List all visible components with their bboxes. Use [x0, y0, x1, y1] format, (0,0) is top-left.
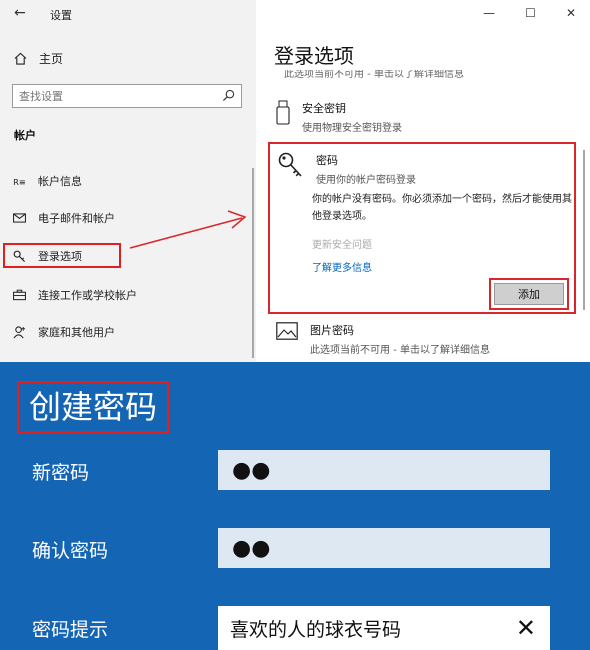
clipped-option-desc: 此选项当前不可用 - 单击以了解详细信息: [284, 70, 464, 80]
option-title: 安全密钥: [302, 102, 346, 115]
close-icon[interactable]: ✕: [566, 6, 576, 20]
new-password-label: 新密码: [32, 462, 90, 484]
page-title: 登录选项: [274, 44, 354, 68]
add-button-highlight: 添加: [489, 278, 569, 310]
sidebar-scrollbar[interactable]: [252, 168, 254, 358]
svg-text:R≡: R≡: [13, 177, 26, 187]
sidebar-item-label: 帐户信息: [38, 175, 82, 188]
password-hint-field[interactable]: [218, 606, 508, 650]
update-security-questions-link: 更新安全问题: [312, 240, 372, 251]
sidebar: ← 设置 主页 帐户 R≡ 帐户信息 电子邮件和帐户: [0, 0, 256, 362]
briefcase-icon: [12, 289, 26, 301]
sidebar-item-label: 电子邮件和帐户: [38, 212, 115, 225]
key-icon: [278, 152, 302, 177]
minimize-icon[interactable]: —: [483, 6, 495, 20]
main-pane: — ☐ ✕ 登录选项 此选项当前不可用 - 单击以了解详细信息 安全密钥 使用物…: [256, 0, 590, 362]
sidebar-home-label: 主页: [39, 52, 64, 66]
confirm-password-field[interactable]: [218, 528, 550, 568]
confirm-password-label: 确认密码: [32, 540, 109, 562]
option-picture-password[interactable]: 图片密码 此选项当前不可用 - 单击以了解详细信息: [276, 322, 490, 356]
create-password-title: 创建密码: [17, 381, 170, 433]
password-info-text: 你的帐户没有密码。你必须添加一个密码，然后才能使用其他登录选项。: [312, 194, 572, 222]
search-input[interactable]: [13, 85, 213, 108]
add-password-button[interactable]: 添加: [494, 283, 564, 305]
maximize-icon[interactable]: ☐: [525, 6, 536, 20]
password-hint-label: 密码提示: [32, 619, 109, 641]
section-title: 帐户: [14, 129, 36, 142]
option-security-key[interactable]: 安全密钥 使用物理安全密钥登录: [276, 100, 402, 134]
password-hint-box: ✕: [218, 606, 550, 650]
option-password[interactable]: 密码 使用你的帐户密码登录: [278, 152, 416, 186]
clear-icon[interactable]: ✕: [516, 614, 536, 642]
option-desc: 使用你的帐户密码登录: [316, 175, 416, 186]
main-scrollbar[interactable]: [583, 150, 585, 310]
settings-window: ← 设置 主页 帐户 R≡ 帐户信息 电子邮件和帐户: [0, 0, 590, 362]
window-controls: — ☐ ✕: [483, 6, 576, 20]
back-arrow-icon[interactable]: ←: [14, 5, 26, 21]
search-icon[interactable]: [222, 89, 235, 102]
sidebar-item-account-info[interactable]: R≡ 帐户信息: [12, 170, 82, 192]
option-desc: 此选项当前不可用 - 单击以了解详细信息: [310, 345, 490, 356]
option-desc: 使用物理安全密钥登录: [302, 123, 402, 134]
sidebar-item-label: 连接工作或学校帐户: [38, 289, 137, 302]
mail-icon: [12, 213, 26, 223]
home-icon: [14, 52, 27, 65]
selected-item-highlight: [3, 243, 121, 268]
sidebar-item-work-school[interactable]: 连接工作或学校帐户: [12, 284, 137, 306]
password-option-panel: 密码 使用你的帐户密码登录 你的帐户没有密码。你必须添加一个密码，然后才能使用其…: [268, 142, 576, 314]
learn-more-link[interactable]: 了解更多信息: [312, 259, 372, 274]
new-password-field[interactable]: [218, 450, 550, 490]
person-add-icon: [12, 325, 26, 339]
window-title: 设置: [50, 9, 72, 22]
sidebar-item-label: 家庭和其他用户: [38, 326, 115, 339]
sidebar-item-family[interactable]: 家庭和其他用户: [12, 321, 115, 343]
sidebar-item-email[interactable]: 电子邮件和帐户: [12, 207, 115, 229]
option-title: 密码: [316, 154, 338, 167]
option-title: 图片密码: [310, 324, 354, 337]
sidebar-item-home[interactable]: 主页: [14, 50, 63, 67]
search-box[interactable]: [12, 84, 242, 108]
create-password-panel: 创建密码 新密码 确认密码 密码提示 ✕: [0, 362, 590, 650]
picture-icon: [276, 322, 298, 340]
usb-key-icon: [276, 100, 290, 125]
person-card-icon: R≡: [12, 176, 26, 187]
